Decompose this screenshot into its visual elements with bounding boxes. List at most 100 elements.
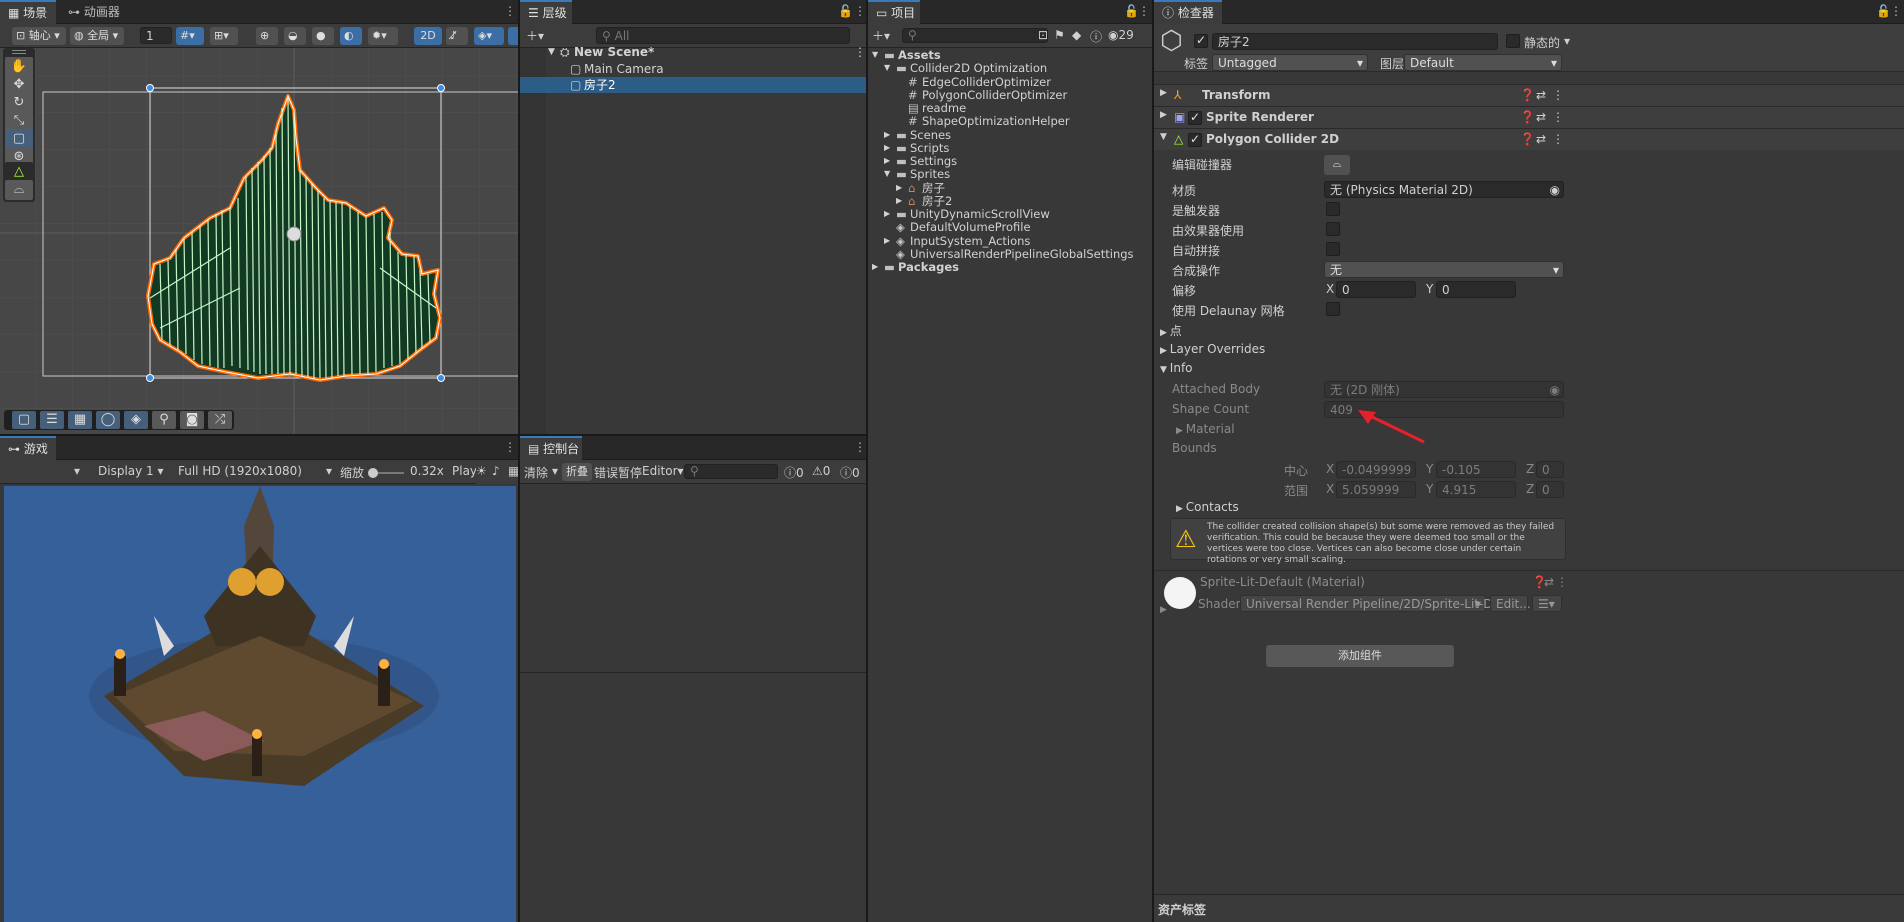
orbit-overlay-icon[interactable]: ◯	[96, 411, 120, 429]
chevron-right-icon[interactable]: ▶	[1160, 88, 1167, 98]
bug-icon[interactable]: ☀	[476, 464, 487, 478]
material-options-dropdown[interactable]: ☰▾	[1532, 595, 1562, 612]
hierarchy-lock-icon[interactable]: 🔓	[838, 4, 853, 18]
help-icon[interactable]: ❓	[1520, 88, 1535, 102]
component-menu-icon[interactable]: ⋮	[1552, 132, 1564, 146]
console-collapse-button[interactable]: 折叠	[562, 463, 592, 481]
tools-grip[interactable]	[12, 50, 26, 54]
shuffle-overlay-icon[interactable]: ⤮	[208, 411, 232, 429]
hierarchy-search-input[interactable]: ⚲ All	[596, 27, 850, 44]
render-wireframe-button[interactable]: ⊕	[256, 27, 278, 45]
grid-size-field[interactable]: 1	[140, 27, 172, 44]
scale-slider-thumb[interactable]	[368, 468, 378, 478]
chevron-right-icon[interactable]: ▶	[872, 260, 878, 274]
chevron-down-icon[interactable]: ▼	[884, 167, 890, 181]
scene-root-row[interactable]: ▼ ⛭ New Scene* ⋮	[520, 44, 866, 60]
snap-increment-button[interactable]: ⊞▾	[210, 27, 238, 45]
console-clear-button[interactable]: 清除	[524, 464, 548, 481]
material-field[interactable]: 无 (Physics Material 2D) ◉	[1324, 181, 1564, 198]
project-search-input[interactable]: ⚲	[902, 28, 1048, 43]
composite-dropdown[interactable]: 无 ▾	[1324, 261, 1564, 278]
help-icon[interactable]: ❓	[1520, 132, 1535, 146]
polygon-collider-enabled-checkbox[interactable]	[1188, 132, 1202, 147]
render-shaded-button[interactable]: ●	[312, 27, 334, 45]
save-search-icon[interactable]: ◆	[1072, 28, 1081, 42]
search-overlay-icon[interactable]: ⚲	[152, 411, 176, 429]
project-tree-item[interactable]: ▶ ▬ Scripts	[868, 141, 1152, 155]
presets-icon[interactable]: ⇄	[1536, 110, 1546, 124]
component-menu-icon[interactable]: ⋮	[1552, 110, 1564, 124]
console-error-count[interactable]: ⓘ0	[840, 464, 860, 481]
scene-canvas[interactable]: ✋ ✥ ↻ ⤡ ▢ ⊛ △ ⌓ ▢ ☰ ▦ ◯ ◈ ⚲ ◙ ⤮	[0, 48, 518, 434]
project-tree-item[interactable]: # PolygonColliderOptimizer	[868, 88, 1152, 102]
polygon-edit-tool-icon[interactable]: △	[5, 162, 33, 182]
hierarchy-add-button[interactable]: ＋▾	[526, 27, 544, 44]
rect-overlay-icon[interactable]: ▢	[12, 411, 36, 429]
object-name-field[interactable]: 房子2	[1212, 33, 1498, 50]
render-shaded-wire-button[interactable]: ◒	[284, 27, 306, 45]
chevron-right-icon[interactable]: ▶	[896, 194, 902, 208]
tab-inspector[interactable]: ⓘ 检查器	[1154, 0, 1222, 24]
project-tree-item[interactable]: ▤ readme	[868, 101, 1152, 115]
game-view-dropdown[interactable]: ▾	[74, 464, 80, 478]
project-tree-item[interactable]: ▶ ⌂ 房子	[868, 181, 1152, 195]
tab-scene[interactable]: ▦ 场景	[0, 0, 56, 24]
hierarchy-menu-icon[interactable]: ⋮	[854, 4, 866, 18]
scale-tool-icon[interactable]: ⤡	[5, 111, 33, 131]
layer-dropdown[interactable]: Default ▾	[1404, 54, 1562, 71]
project-lock-icon[interactable]: 🔓	[1124, 4, 1139, 18]
packages-visibility-icon[interactable]: ⓘ	[1090, 28, 1102, 45]
tab-project[interactable]: ▭ 项目	[868, 0, 920, 24]
hierarchy-item-house2[interactable]: ▢ 房子2	[520, 77, 866, 93]
rotate-tool-icon[interactable]: ↻	[5, 93, 33, 113]
camera-overlay-icon[interactable]: ◙	[180, 411, 204, 429]
chevron-right-icon[interactable]: ▶	[884, 128, 890, 142]
console-info-count[interactable]: ⓘ0	[784, 464, 804, 481]
transform-header[interactable]: ▶ ⅄ Transform ❓ ⇄ ⋮	[1154, 84, 1904, 106]
project-tree-item[interactable]: ▼ ▬ Sprites	[868, 167, 1152, 181]
project-tree-item[interactable]: # ShapeOptimizationHelper	[868, 114, 1152, 128]
project-tree-item[interactable]: ▶ ▬ Settings	[868, 154, 1152, 168]
shader-dropdown[interactable]: Universal Render Pipeline/2D/Sprite-Lit-…	[1240, 595, 1527, 612]
chevron-right-icon[interactable]: ▶	[884, 141, 890, 155]
tab-animator[interactable]: ⊶ 动画器	[60, 0, 128, 24]
grid-overlay-icon[interactable]: ▦	[68, 411, 92, 429]
hierarchy-item-main-camera[interactable]: ▢ Main Camera	[520, 61, 866, 77]
object-picker-icon[interactable]: ◉	[1550, 182, 1560, 197]
game-menu-icon[interactable]: ⋮	[504, 440, 516, 454]
delaunay-checkbox[interactable]	[1326, 302, 1340, 316]
tab-hierarchy[interactable]: ☰ 层级	[520, 0, 572, 24]
project-tree-item[interactable]: ▶ ▬ UnityDynamicScrollView	[868, 207, 1152, 221]
grid-snap-button[interactable]: #▾	[176, 27, 204, 45]
shader-edit-button[interactable]: Edit...	[1490, 595, 1531, 612]
chevron-right-icon[interactable]: ▶	[884, 234, 890, 248]
lighting-dropdown[interactable]: ✹▾	[368, 27, 398, 45]
console-search-input[interactable]: ⚲	[684, 464, 778, 479]
chevron-right-icon[interactable]: ▶	[884, 154, 890, 168]
presets-icon[interactable]: ⇄	[1536, 88, 1546, 102]
used-by-effector-checkbox[interactable]	[1326, 222, 1340, 236]
scene-menu-icon[interactable]: ⋮	[504, 4, 516, 18]
global-dropdown[interactable]: ◍ 全局 ▾	[70, 27, 124, 45]
help-icon[interactable]: ❓	[1520, 110, 1535, 124]
rect-tool-icon[interactable]: ▢	[5, 129, 33, 149]
inspector-menu-icon[interactable]: ⋮	[1890, 4, 1902, 18]
material-menu-icon[interactable]: ⋮	[1556, 575, 1568, 589]
chevron-down-icon[interactable]: ▼	[1160, 132, 1167, 142]
edit-collider-button[interactable]: ⌓	[1324, 155, 1350, 175]
project-menu-icon[interactable]: ⋮	[1138, 4, 1150, 18]
display-dropdown[interactable]: Display 1 ▾	[98, 464, 164, 478]
project-tree-item[interactable]: ▼ ▬ Collider2D Optimization	[868, 61, 1152, 75]
chevron-down-icon[interactable]: ▼	[884, 61, 890, 75]
chevron-right-icon[interactable]: ▶	[884, 207, 890, 221]
is-trigger-checkbox[interactable]	[1326, 202, 1340, 216]
move-tool-icon[interactable]: ✥	[5, 75, 33, 95]
console-menu-icon[interactable]: ⋮	[854, 440, 866, 454]
scene-menu-icon[interactable]: ⋮	[854, 44, 866, 60]
sprite-renderer-enabled-checkbox[interactable]	[1188, 110, 1202, 125]
offset-x-field[interactable]: 0	[1336, 281, 1416, 298]
search-by-type-icon[interactable]: ⊡	[1038, 28, 1048, 42]
points-foldout[interactable]: ▶ 点	[1160, 322, 1182, 339]
hand-tool-icon[interactable]: ✋	[5, 57, 33, 77]
mode-2d-button[interactable]: 2D	[414, 27, 442, 45]
